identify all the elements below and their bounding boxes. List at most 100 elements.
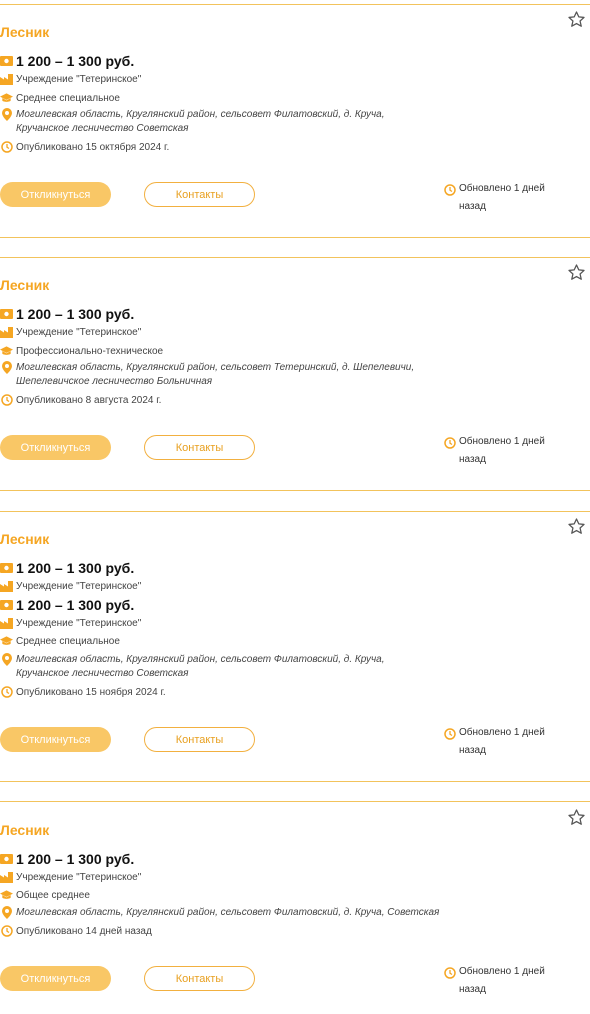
updated-info: Обновлено 1 дней назад bbox=[443, 433, 563, 469]
salary: 1 200 – 1 300 руб. bbox=[16, 560, 135, 576]
card-separator bbox=[0, 4, 590, 5]
graduation-cap-icon bbox=[0, 635, 13, 648]
location: Могилевская область, Круглянский район, … bbox=[16, 362, 415, 387]
published-row: Опубликовано 15 ноября 2024 г. bbox=[0, 683, 166, 701]
clock-icon bbox=[0, 925, 13, 938]
graduation-cap-icon bbox=[0, 92, 13, 105]
education: Среднее специальное bbox=[16, 635, 120, 647]
star-icon[interactable] bbox=[567, 808, 586, 827]
clock-icon bbox=[0, 141, 13, 154]
salary: 1 200 – 1 300 руб. bbox=[16, 597, 135, 613]
education: Среднее специальное bbox=[16, 92, 120, 104]
employer[interactable]: Учреждение "Тетеринское" bbox=[16, 618, 141, 629]
employer-row: Учреждение "Тетеринское" bbox=[0, 323, 141, 341]
location: Могилевская область, Круглянский район, … bbox=[16, 654, 385, 679]
clock-icon bbox=[443, 436, 456, 449]
star-icon[interactable] bbox=[567, 517, 586, 536]
published-date: Опубликовано 15 ноября 2024 г. bbox=[16, 686, 166, 698]
updated-text: Обновлено 1 дней назад bbox=[459, 436, 545, 465]
salary-row: 1 200 – 1 300 руб. bbox=[0, 52, 134, 70]
respond-button[interactable]: Откликнуться bbox=[0, 727, 111, 752]
graduation-cap-icon bbox=[0, 889, 13, 902]
salary-row: 1 200 – 1 300 руб. bbox=[0, 305, 134, 323]
updated-info: Обновлено 1 дней назад bbox=[443, 963, 563, 999]
salary-row: 1 200 – 1 300 руб. bbox=[0, 850, 134, 868]
employer-row: Учреждение "Тетеринское" bbox=[0, 868, 141, 886]
vacancy-title[interactable]: Лесник bbox=[0, 277, 49, 293]
card-separator bbox=[0, 781, 590, 782]
employer[interactable]: Учреждение "Тетеринское" bbox=[16, 581, 141, 592]
employer[interactable]: Учреждение "Тетеринское" bbox=[16, 872, 141, 883]
location: Могилевская область, Круглянский район, … bbox=[16, 907, 440, 918]
location-pin-icon bbox=[0, 906, 13, 919]
factory-icon bbox=[0, 617, 13, 630]
education: Общее среднее bbox=[16, 889, 90, 901]
respond-button[interactable]: Откликнуться bbox=[0, 182, 111, 207]
education: Профессионально-техническое bbox=[16, 345, 164, 357]
vacancy-title[interactable]: Лесник bbox=[0, 822, 49, 838]
education-row: Среднее специальное bbox=[0, 89, 120, 107]
salary-row: 1 200 – 1 300 руб. bbox=[0, 559, 134, 577]
updated-text: Обновлено 1 дней назад bbox=[459, 966, 545, 995]
respond-button[interactable]: Откликнуться bbox=[0, 435, 111, 460]
money-icon bbox=[0, 562, 13, 575]
published-date: Опубликовано 15 октября 2024 г. bbox=[16, 141, 170, 153]
clock-icon bbox=[443, 727, 456, 740]
star-icon[interactable] bbox=[567, 10, 586, 29]
published-date: Опубликовано 14 дней назад bbox=[16, 925, 152, 937]
card-separator bbox=[0, 237, 590, 238]
updated-text: Обновлено 1 дней назад bbox=[459, 183, 545, 212]
published-date: Опубликовано 8 августа 2024 г. bbox=[16, 394, 162, 406]
location-row: Могилевская область, Круглянский район, … bbox=[0, 906, 446, 920]
factory-icon bbox=[0, 871, 13, 884]
published-row: Опубликовано 14 дней назад bbox=[0, 922, 152, 940]
clock-icon bbox=[0, 394, 13, 407]
employer-row-duplicate: Учреждение "Тетеринское" bbox=[0, 614, 141, 632]
employer[interactable]: Учреждение "Тетеринское" bbox=[16, 327, 141, 338]
salary-row-duplicate: 1 200 – 1 300 руб. bbox=[0, 596, 134, 614]
card-separator bbox=[0, 490, 590, 491]
location-pin-icon bbox=[0, 361, 13, 374]
vacancy-title[interactable]: Лесник bbox=[0, 24, 49, 40]
vacancy-title[interactable]: Лесник bbox=[0, 531, 49, 547]
card-separator bbox=[0, 801, 590, 802]
updated-info: Обновлено 1 дней назад bbox=[443, 724, 563, 760]
location-row: Могилевская область, Круглянский район, … bbox=[0, 361, 416, 389]
factory-icon bbox=[0, 580, 13, 593]
employer[interactable]: Учреждение "Тетеринское" bbox=[16, 74, 141, 85]
contacts-button[interactable]: Контакты bbox=[144, 435, 255, 460]
card-separator bbox=[0, 511, 590, 512]
graduation-cap-icon bbox=[0, 345, 13, 358]
published-row: Опубликовано 8 августа 2024 г. bbox=[0, 391, 161, 409]
money-icon bbox=[0, 599, 13, 612]
contacts-button[interactable]: Контакты bbox=[144, 966, 255, 991]
money-icon bbox=[0, 55, 13, 68]
contacts-button[interactable]: Контакты bbox=[144, 182, 255, 207]
clock-icon bbox=[443, 966, 456, 979]
location: Могилевская область, Круглянский район, … bbox=[16, 109, 385, 134]
factory-icon bbox=[0, 326, 13, 339]
employer-row: Учреждение "Тетеринское" bbox=[0, 70, 141, 88]
salary: 1 200 – 1 300 руб. bbox=[16, 53, 135, 69]
card-separator bbox=[0, 257, 590, 258]
education-row: Профессионально-техническое bbox=[0, 342, 163, 360]
updated-info: Обновлено 1 дней назад bbox=[443, 180, 563, 216]
money-icon bbox=[0, 853, 13, 866]
money-icon bbox=[0, 308, 13, 321]
location-pin-icon bbox=[0, 653, 13, 666]
clock-icon bbox=[0, 686, 13, 699]
respond-button[interactable]: Откликнуться bbox=[0, 966, 111, 991]
updated-text: Обновлено 1 дней назад bbox=[459, 727, 545, 756]
location-row: Могилевская область, Круглянский район, … bbox=[0, 108, 416, 136]
location-row: Могилевская область, Круглянский район, … bbox=[0, 653, 416, 681]
education-row: Общее среднее bbox=[0, 886, 90, 904]
published-row: Опубликовано 15 октября 2024 г. bbox=[0, 138, 169, 156]
star-icon[interactable] bbox=[567, 263, 586, 282]
clock-icon bbox=[443, 183, 456, 196]
education-row: Среднее специальное bbox=[0, 632, 120, 650]
salary: 1 200 – 1 300 руб. bbox=[16, 851, 135, 867]
contacts-button[interactable]: Контакты bbox=[144, 727, 255, 752]
employer-row: Учреждение "Тетеринское" bbox=[0, 577, 141, 595]
factory-icon bbox=[0, 73, 13, 86]
location-pin-icon bbox=[0, 108, 13, 121]
